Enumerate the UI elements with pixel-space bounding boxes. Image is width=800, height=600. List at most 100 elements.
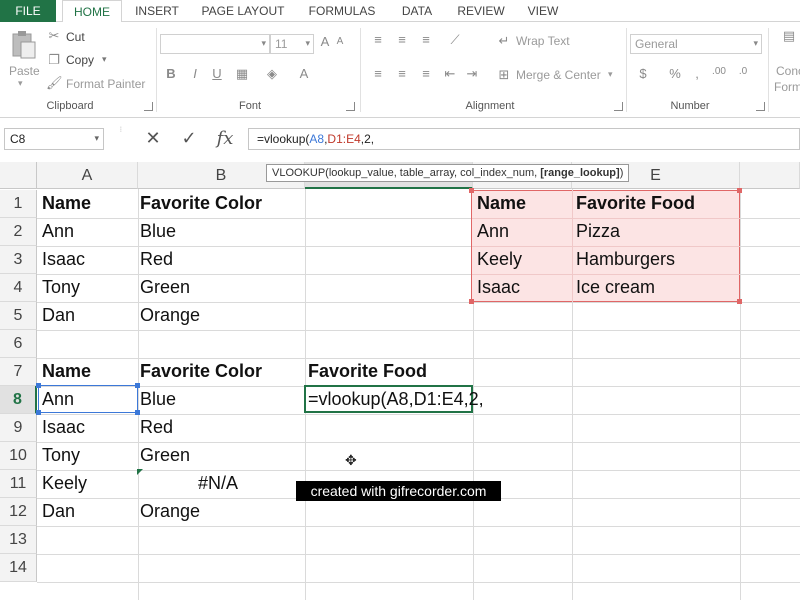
cell-b8[interactable]: Blue (136, 389, 176, 410)
cell-b3[interactable]: Red (136, 249, 173, 270)
top-align-icon[interactable]: ≡ (370, 32, 386, 47)
cell-e4[interactable]: Ice cream (572, 277, 655, 298)
merge-dropdown-icon[interactable]: ▾ (608, 69, 613, 80)
tooltip-function-name[interactable]: VLOOKUP( (272, 167, 329, 179)
cell-c8-editing[interactable]: =vlookup(A8,D1:E4,2, (304, 389, 484, 410)
percent-icon[interactable]: % (668, 66, 682, 81)
row-header-12[interactable]: 12 (0, 498, 37, 526)
tab-formulas[interactable]: FORMULAS (302, 0, 382, 22)
cell-a5[interactable]: Dan (38, 305, 75, 326)
cell-b9[interactable]: Red (136, 417, 173, 438)
decrease-font-icon[interactable]: A (334, 36, 346, 47)
cell-a3[interactable]: Isaac (38, 249, 85, 270)
cell-a10[interactable]: Tony (38, 445, 80, 466)
increase-font-icon[interactable]: A (318, 34, 332, 49)
cell-e3[interactable]: Hamburgers (572, 249, 675, 270)
decrease-indent-icon[interactable]: ⇤ (442, 66, 458, 82)
range-handle[interactable] (469, 299, 474, 304)
increase-decimal-icon[interactable]: .00 (710, 66, 728, 77)
format-painter-icon[interactable]: 🖌 (46, 75, 63, 91)
currency-icon[interactable]: $ (636, 66, 650, 81)
row-header-4[interactable]: 4 (0, 274, 37, 302)
range-handle[interactable] (135, 383, 140, 388)
cell-a11[interactable]: Keely (38, 473, 87, 494)
cell-d3[interactable]: Keely (473, 249, 522, 270)
borders-icon[interactable]: ▦ (234, 66, 250, 82)
row-header-14[interactable]: 14 (0, 554, 37, 582)
clipboard-launcher-icon[interactable] (144, 102, 153, 111)
row-header-1[interactable]: 1 (0, 190, 37, 218)
number-format-combo[interactable]: General ▾ (630, 34, 762, 54)
cut-icon[interactable]: ✂ (46, 28, 62, 44)
cell-d4[interactable]: Isaac (473, 277, 520, 298)
align-left-icon[interactable]: ≡ (370, 66, 386, 81)
cell-b12[interactable]: Orange (136, 501, 200, 522)
merge-center-icon[interactable]: ⊞ (496, 67, 512, 83)
number-launcher-icon[interactable] (756, 102, 765, 111)
name-box[interactable]: C8 ▾ (4, 128, 104, 150)
cell-e2[interactable]: Pizza (572, 221, 620, 242)
cell-b11[interactable]: #N/A (194, 473, 238, 494)
fill-color-icon[interactable]: ◈ (264, 66, 280, 82)
conditional-formatting-button[interactable]: Conc (776, 64, 800, 78)
conditional-formatting-icon[interactable]: ▤ (780, 28, 798, 44)
align-right-icon[interactable]: ≡ (418, 66, 434, 81)
tab-page-layout[interactable]: PAGE LAYOUT (196, 0, 290, 22)
cell-a9[interactable]: Isaac (38, 417, 85, 438)
paste-dropdown-icon[interactable]: ▾ (18, 78, 23, 89)
row-header-6[interactable]: 6 (0, 330, 37, 358)
cell-a1[interactable]: Name (38, 193, 91, 214)
wrap-text-icon[interactable]: ↵ (496, 33, 512, 49)
row-header-7[interactable]: 7 (0, 358, 37, 386)
cell-a2[interactable]: Ann (38, 221, 74, 242)
font-size-combo[interactable]: 11 ▾ (270, 34, 314, 54)
range-handle[interactable] (36, 410, 41, 415)
cell-b1[interactable]: Favorite Color (136, 193, 262, 214)
cell-a12[interactable]: Dan (38, 501, 75, 522)
row-header-8[interactable]: 8 (0, 386, 37, 414)
column-header-f[interactable] (740, 162, 800, 189)
paste-icon[interactable] (8, 30, 38, 60)
row-header-9[interactable]: 9 (0, 414, 37, 442)
tab-file[interactable]: FILE (0, 0, 56, 22)
copy-button[interactable]: Copy (66, 53, 94, 67)
range-handle[interactable] (36, 383, 41, 388)
font-color-icon[interactable]: A (296, 66, 312, 81)
cell-a7[interactable]: Name (38, 361, 91, 382)
cell-b4[interactable]: Green (136, 277, 190, 298)
font-name-combo[interactable]: ▾ (160, 34, 270, 54)
merge-center-button[interactable]: Merge & Center (516, 68, 601, 82)
row-header-3[interactable]: 3 (0, 246, 37, 274)
formula-bar-grip-icon[interactable]: ⋮ (118, 126, 124, 133)
cell-d1[interactable]: Name (473, 193, 526, 214)
increase-indent-icon[interactable]: ⇥ (464, 66, 480, 82)
wrap-text-button[interactable]: Wrap Text (516, 34, 570, 48)
formula-input[interactable]: =vlookup(A8,D1:E4,2, (248, 128, 800, 150)
error-indicator-icon[interactable] (137, 469, 143, 475)
cell-b2[interactable]: Blue (136, 221, 176, 242)
tab-insert[interactable]: INSERT (128, 0, 186, 22)
cut-button[interactable]: Cut (66, 30, 85, 44)
cell-b7[interactable]: Favorite Color (136, 361, 262, 382)
select-all-corner[interactable] (0, 162, 37, 189)
column-header-a[interactable]: A (37, 162, 138, 189)
font-launcher-icon[interactable] (346, 102, 355, 111)
orientation-icon[interactable]: ⟋ (446, 32, 464, 48)
cell-d2[interactable]: Ann (473, 221, 509, 242)
middle-align-icon[interactable]: ≡ (394, 32, 410, 47)
range-handle[interactable] (135, 410, 140, 415)
copy-dropdown-icon[interactable]: ▾ (102, 54, 107, 65)
cell-a4[interactable]: Tony (38, 277, 80, 298)
range-handle[interactable] (737, 188, 742, 193)
row-header-5[interactable]: 5 (0, 302, 37, 330)
comma-style-icon[interactable]: , (690, 66, 704, 81)
insert-function-icon[interactable]: fx (212, 128, 238, 149)
tab-review[interactable]: REVIEW (452, 0, 510, 22)
copy-icon[interactable]: ❐ (46, 52, 62, 68)
paste-button[interactable]: Paste (9, 64, 40, 78)
bottom-align-icon[interactable]: ≡ (418, 32, 434, 47)
row-header-2[interactable]: 2 (0, 218, 37, 246)
cell-a8[interactable]: Ann (38, 389, 74, 410)
range-handle[interactable] (737, 299, 742, 304)
italic-icon[interactable]: I (188, 66, 202, 81)
